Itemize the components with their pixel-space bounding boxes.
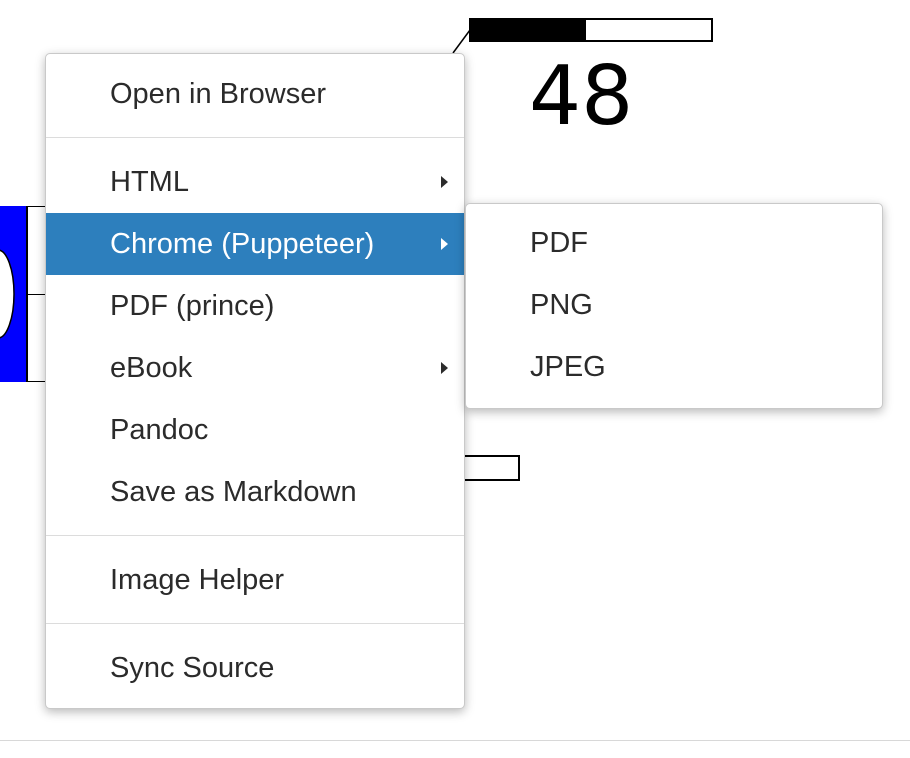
menu-item-label: eBook bbox=[110, 352, 193, 384]
submenu-item-label: JPEG bbox=[530, 351, 606, 383]
menu-item-save-as-markdown[interactable]: Save as Markdown bbox=[46, 461, 464, 523]
menu-item-image-helper[interactable]: Image Helper bbox=[46, 549, 464, 611]
submenu-item-label: PNG bbox=[530, 289, 593, 321]
menu-item-ebook[interactable]: eBook bbox=[46, 337, 464, 399]
preview-number: 48 bbox=[529, 49, 634, 144]
menu-item-label: HTML bbox=[110, 166, 189, 198]
submenu-item-pdf[interactable]: PDF bbox=[466, 212, 882, 274]
menu-item-pdf-prince[interactable]: PDF (prince) bbox=[46, 275, 464, 337]
preview-stage: 48 Open in Browser HTML Chrome (Puppetee… bbox=[0, 0, 910, 758]
menu-item-label: PDF (prince) bbox=[110, 290, 275, 322]
menu-item-pandoc[interactable]: Pandoc bbox=[46, 399, 464, 461]
submenu-item-label: PDF bbox=[530, 227, 588, 259]
menu-item-html[interactable]: HTML bbox=[46, 151, 464, 213]
preview-progress-bar bbox=[469, 18, 713, 42]
preview-bottom-divider bbox=[0, 740, 910, 741]
submenu-arrow-icon bbox=[441, 176, 448, 188]
menu-separator bbox=[46, 137, 464, 138]
submenu-item-jpeg[interactable]: JPEG bbox=[466, 336, 882, 398]
menu-separator bbox=[46, 535, 464, 536]
menu-item-chrome-puppeteer[interactable]: Chrome (Puppeteer) bbox=[46, 213, 464, 275]
menu-separator bbox=[46, 623, 464, 624]
menu-item-label: Save as Markdown bbox=[110, 476, 357, 508]
menu-item-sync-source[interactable]: Sync Source bbox=[46, 637, 464, 699]
preview-small-box bbox=[462, 455, 520, 481]
menu-item-label: Chrome (Puppeteer) bbox=[110, 228, 375, 260]
menu-item-open-in-browser[interactable]: Open in Browser bbox=[46, 63, 464, 125]
submenu-arrow-icon bbox=[441, 362, 448, 374]
menu-item-label: Pandoc bbox=[110, 414, 209, 446]
submenu-arrow-icon bbox=[441, 238, 448, 250]
menu-item-label: Image Helper bbox=[110, 564, 285, 596]
preview-progress-fill bbox=[471, 20, 587, 40]
preview-blue-shape bbox=[0, 206, 28, 382]
export-context-menu: Open in Browser HTML Chrome (Puppeteer) … bbox=[45, 53, 465, 709]
submenu-item-png[interactable]: PNG bbox=[466, 274, 882, 336]
chrome-puppeteer-submenu: PDF PNG JPEG bbox=[465, 203, 883, 409]
menu-item-label: Open in Browser bbox=[110, 78, 326, 110]
menu-item-label: Sync Source bbox=[110, 652, 275, 684]
